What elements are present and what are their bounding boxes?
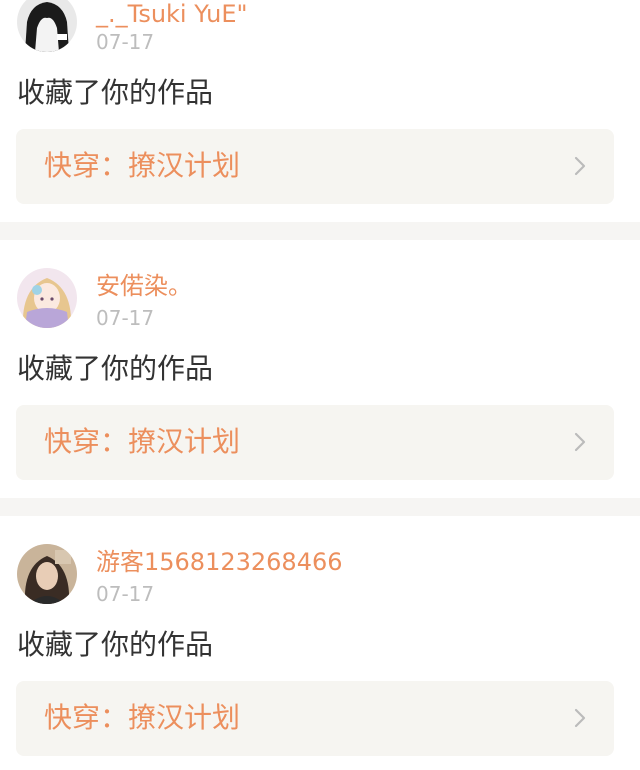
work-title: 快穿：撩汉计划 bbox=[44, 701, 241, 734]
work-title: 快穿：撩汉计划 bbox=[44, 149, 241, 182]
chevron-right-icon bbox=[574, 432, 586, 452]
user-avatar[interactable] bbox=[17, 544, 77, 604]
action-text: 收藏了你的作品 bbox=[17, 352, 214, 385]
avatar-black-white-icon bbox=[17, 0, 77, 52]
action-text: 收藏了你的作品 bbox=[17, 76, 214, 109]
notification-feed: _._Tsuki YuE" 07-17 收藏了你的作品 快穿：撩汉计划 安偌染。… bbox=[0, 0, 640, 770]
chevron-right-icon bbox=[574, 156, 586, 176]
work-link[interactable]: 快穿：撩汉计划 bbox=[16, 405, 614, 480]
timestamp: 07-17 bbox=[96, 582, 155, 606]
username[interactable]: 游客1568123268466 bbox=[96, 548, 343, 576]
notification-card: 游客1568123268466 07-17 收藏了你的作品 快穿：撩汉计划 bbox=[0, 516, 640, 770]
username[interactable]: 安偌染。 bbox=[96, 272, 192, 300]
work-link[interactable]: 快穿：撩汉计划 bbox=[16, 129, 614, 204]
notification-card: _._Tsuki YuE" 07-17 收藏了你的作品 快穿：撩汉计划 bbox=[0, 0, 640, 222]
user-avatar[interactable] bbox=[17, 0, 77, 52]
chevron-right-icon bbox=[574, 708, 586, 728]
username[interactable]: _._Tsuki YuE" bbox=[96, 0, 248, 28]
notification-card: 安偌染。 07-17 收藏了你的作品 快穿：撩汉计划 bbox=[0, 240, 640, 498]
work-link[interactable]: 快穿：撩汉计划 bbox=[16, 681, 614, 756]
timestamp: 07-17 bbox=[96, 30, 155, 54]
work-title: 快穿：撩汉计划 bbox=[44, 425, 241, 458]
avatar-anime-girl-icon bbox=[17, 268, 77, 328]
avatar-photo-girl-icon bbox=[17, 544, 77, 604]
user-avatar[interactable] bbox=[17, 268, 77, 328]
section-divider bbox=[0, 222, 640, 240]
timestamp: 07-17 bbox=[96, 306, 155, 330]
section-divider bbox=[0, 498, 640, 516]
action-text: 收藏了你的作品 bbox=[17, 628, 214, 661]
